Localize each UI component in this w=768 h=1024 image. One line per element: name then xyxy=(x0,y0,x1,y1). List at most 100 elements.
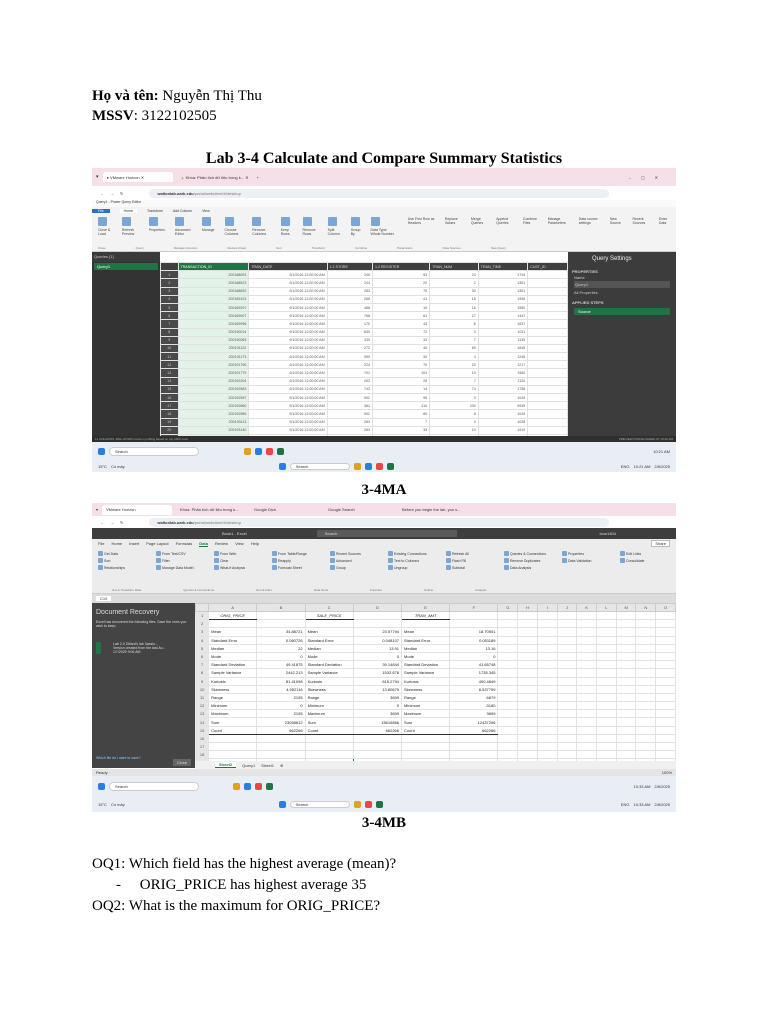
cell[interactable]: Sample Variance xyxy=(304,668,354,678)
cell[interactable]: Count xyxy=(208,725,258,735)
window-controls[interactable]: –▢✕ xyxy=(629,175,668,180)
back-icon[interactable]: ← xyxy=(100,520,104,525)
close-button[interactable]: Close xyxy=(172,759,191,766)
cell[interactable] xyxy=(517,643,538,653)
cell[interactable]: Median xyxy=(208,643,258,653)
cell[interactable] xyxy=(527,417,568,427)
cell[interactable] xyxy=(536,651,558,662)
column-letter[interactable]: K xyxy=(576,603,598,612)
ribbon-button[interactable]: Forecast Sheet xyxy=(272,565,322,570)
cell[interactable] xyxy=(576,668,598,678)
cell[interactable] xyxy=(635,627,657,637)
cell[interactable] xyxy=(655,610,676,621)
cell[interactable]: 49.41875 xyxy=(256,660,306,670)
cell[interactable]: -3180 xyxy=(449,701,499,711)
cell[interactable] xyxy=(401,619,451,629)
cell[interactable]: 4 xyxy=(429,352,479,362)
cell[interactable] xyxy=(576,684,598,694)
cell[interactable]: 7 xyxy=(429,335,479,345)
cell[interactable] xyxy=(615,610,637,621)
cell[interactable]: 1637 xyxy=(477,319,529,329)
cell[interactable]: Skewness xyxy=(401,684,451,694)
menu-tab[interactable]: Home xyxy=(111,541,122,546)
ribbon-button[interactable]: Text to Columns xyxy=(388,558,438,563)
cell[interactable]: 69 xyxy=(429,343,479,354)
cell[interactable] xyxy=(536,725,558,735)
cell[interactable] xyxy=(556,651,578,662)
reload-icon[interactable]: ↻ xyxy=(120,191,123,196)
cell[interactable]: 34.88721 xyxy=(256,627,306,637)
cell[interactable]: 310 xyxy=(371,401,431,411)
cell[interactable] xyxy=(655,643,676,653)
cell[interactable] xyxy=(497,741,519,752)
cell[interactable] xyxy=(352,741,403,752)
ribbon-button[interactable]: Recent Sources xyxy=(330,551,380,556)
cell[interactable] xyxy=(527,401,568,411)
cell[interactable] xyxy=(536,635,558,645)
cell[interactable]: 200192989 xyxy=(177,409,250,419)
cell[interactable]: 80 xyxy=(371,409,431,419)
cell[interactable]: Sum xyxy=(208,717,258,727)
cell[interactable]: 200188523 xyxy=(177,278,250,288)
cell[interactable]: 283 xyxy=(326,417,373,427)
ribbon-button[interactable]: Reapply xyxy=(272,558,322,563)
cell[interactable] xyxy=(556,701,578,711)
cell[interactable]: 1135 xyxy=(477,335,529,345)
cell[interactable]: 2195 xyxy=(256,709,306,719)
cell[interactable]: Mean xyxy=(304,627,354,637)
cell[interactable]: 1044 xyxy=(477,392,529,403)
cell[interactable] xyxy=(536,610,558,621)
cell[interactable] xyxy=(615,627,637,637)
cell[interactable] xyxy=(596,684,617,694)
ribbon-button[interactable]: What-If Analysis xyxy=(214,565,264,570)
cell[interactable] xyxy=(449,733,499,744)
cell[interactable] xyxy=(576,692,598,703)
cell[interactable]: Mode xyxy=(304,651,354,662)
cell[interactable]: 743 xyxy=(326,384,373,395)
cell[interactable]: Minimum xyxy=(208,701,258,711)
cell[interactable] xyxy=(576,643,598,653)
ribbon-button[interactable]: Split Column xyxy=(327,217,341,248)
cell[interactable] xyxy=(556,709,578,719)
ribbon-button[interactable]: Group By xyxy=(350,217,361,248)
cell[interactable] xyxy=(304,741,354,752)
cell[interactable] xyxy=(517,709,538,719)
browser-tab[interactable]: Before you begin the lab, you s... xyxy=(398,505,468,515)
cell[interactable] xyxy=(615,733,637,744)
ribbon-button[interactable]: Recent Sources xyxy=(632,217,648,248)
cell[interactable]: 200192557 xyxy=(177,392,250,403)
cell[interactable]: 33 xyxy=(371,425,431,435)
cell[interactable]: 40 xyxy=(371,343,431,354)
reload-icon[interactable]: ↻ xyxy=(120,520,123,525)
app-icon[interactable] xyxy=(386,462,394,470)
cell[interactable]: Standard Error xyxy=(208,635,258,645)
cell[interactable] xyxy=(517,741,538,752)
cell[interactable] xyxy=(635,741,657,752)
cell[interactable] xyxy=(449,750,499,760)
cell[interactable]: Sample Variance xyxy=(208,668,258,678)
cell[interactable]: 9/1/2016 12:00:00 AM xyxy=(248,302,328,313)
column-letter[interactable]: A xyxy=(208,603,258,612)
browser-tab[interactable]: Google Search xyxy=(324,505,394,515)
cell[interactable]: 27 xyxy=(429,311,479,321)
cell[interactable]: Kurtosis xyxy=(208,676,258,686)
cell[interactable]: 9/1/2016 12:00:00 AM xyxy=(248,425,328,435)
ribbon-button[interactable]: Existing Connections xyxy=(388,551,438,556)
ribbon-button[interactable]: Replace Values xyxy=(445,217,461,248)
taskbar-search[interactable]: Search xyxy=(289,462,350,470)
cell[interactable]: 9/1/2016 12:00:00 AM xyxy=(248,376,328,386)
cell[interactable]: 7 xyxy=(371,417,431,427)
cell[interactable]: 200191122 xyxy=(177,343,250,354)
cell[interactable] xyxy=(615,643,637,653)
ribbon-button[interactable]: Relationships xyxy=(98,565,148,570)
ribbon-button[interactable]: Sort xyxy=(98,558,148,563)
cell[interactable] xyxy=(497,668,519,678)
app-icon[interactable] xyxy=(375,462,383,470)
cell[interactable] xyxy=(556,733,578,744)
cell[interactable]: 0 xyxy=(449,651,499,662)
app-icon[interactable] xyxy=(233,782,240,790)
cell[interactable] xyxy=(304,733,354,744)
column-letter[interactable]: F xyxy=(449,603,499,612)
cell[interactable]: 9/1/2016 12:00:00 AM xyxy=(248,319,328,329)
cell[interactable] xyxy=(527,335,568,345)
